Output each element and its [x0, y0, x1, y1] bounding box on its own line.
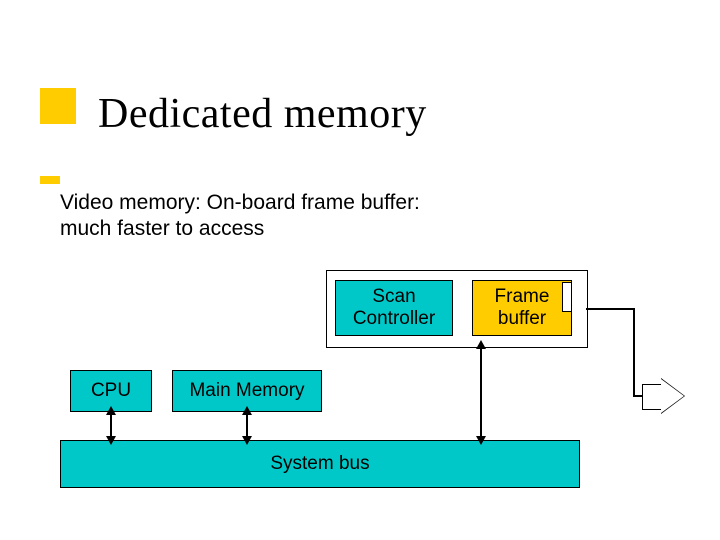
- frame-buffer-box: Framebuffer: [472, 280, 572, 336]
- fb-to-output-hline: [586, 308, 634, 310]
- cpu-label: CPU: [91, 380, 131, 402]
- scan-to-bus-line: [480, 346, 482, 440]
- arrowhead-up-icon: [242, 406, 252, 415]
- scan-controller-label: ScanController: [353, 286, 435, 330]
- scan-controller-box: ScanController: [335, 280, 453, 336]
- arrowhead-up-icon: [476, 340, 486, 349]
- arrowhead-up-icon: [106, 406, 116, 415]
- slide-title: Dedicated memory: [98, 90, 427, 138]
- frame-buffer-label: Framebuffer: [495, 286, 550, 330]
- system-bus-box: System bus: [60, 440, 580, 488]
- title-accent-square: [40, 88, 76, 124]
- bullet-accent: [40, 176, 60, 184]
- arrowhead-down-icon: [242, 436, 252, 445]
- output-device-cone-icon: [661, 378, 685, 414]
- fb-to-output-vline: [633, 308, 635, 396]
- system-bus-label: System bus: [270, 453, 369, 475]
- slide-description: Video memory: On-board frame buffer:much…: [60, 190, 420, 243]
- arrowhead-down-icon: [106, 436, 116, 445]
- frame-buffer-inner-mark: [562, 282, 572, 312]
- arrowhead-down-icon: [476, 436, 486, 445]
- main-memory-label: Main Memory: [189, 380, 304, 402]
- fb-to-output-hline2: [633, 395, 643, 397]
